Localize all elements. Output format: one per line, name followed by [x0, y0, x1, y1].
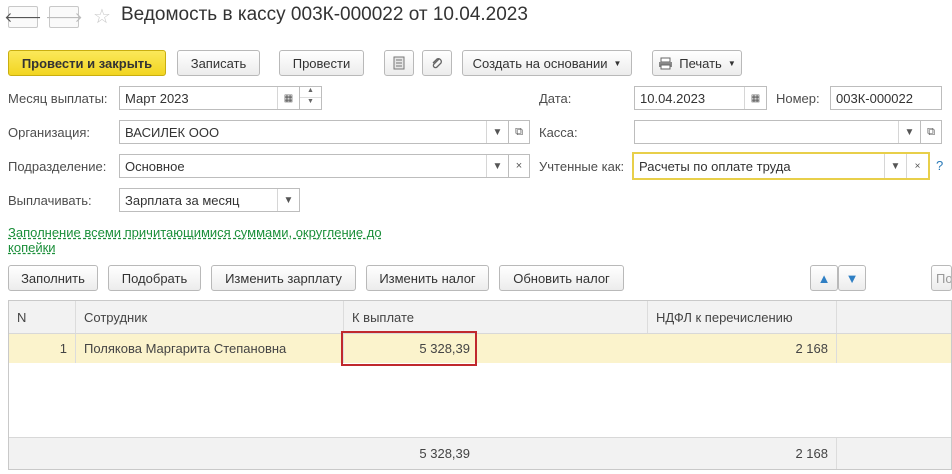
dropdown-arrow-icon[interactable]: ▼: [486, 155, 508, 177]
pay-field[interactable]: Зарплата за месяц ▼: [119, 188, 300, 212]
accounted-as-field[interactable]: Расчеты по оплате труда ▼ ×: [632, 152, 930, 180]
calendar-icon[interactable]: ▦: [744, 87, 766, 109]
clear-department-icon[interactable]: ×: [508, 154, 530, 178]
organization-label: Организация:: [8, 125, 91, 140]
department-field[interactable]: Основное ▼: [119, 154, 509, 178]
fill-button[interactable]: Заполнить: [8, 265, 98, 291]
open-organization-icon[interactable]: ⧉: [508, 120, 530, 144]
print-button[interactable]: Печать ▼: [652, 50, 742, 76]
dropdown-arrow-icon: ▼: [727, 58, 736, 68]
calendar-icon[interactable]: ▦: [277, 87, 299, 109]
total-ndfl: 2 168: [648, 438, 837, 469]
update-tax-button[interactable]: Обновить налог: [499, 265, 624, 291]
open-kassa-icon[interactable]: ⧉: [920, 120, 942, 144]
date-field[interactable]: 10.04.2023 ▦: [634, 86, 767, 110]
number-field[interactable]: 003К-000022: [830, 86, 942, 110]
stepper-down-icon[interactable]: ▼: [300, 98, 321, 109]
month-field[interactable]: Март 2023 ▦: [119, 86, 300, 110]
fill-settings-link[interactable]: Заполнение всеми причитающимися суммами,…: [8, 225, 403, 255]
move-down-button[interactable]: ▼: [838, 265, 866, 291]
dropdown-arrow-icon: ▼: [613, 58, 622, 68]
create-based-on-button[interactable]: Создать на основании ▼: [462, 50, 632, 76]
month-label: Месяц выплаты:: [8, 91, 108, 106]
arrow-up-icon: ▲: [817, 270, 831, 286]
accounted-as-label: Учтенные как:: [539, 159, 625, 174]
department-label: Подразделение:: [8, 159, 107, 174]
payroll-table: N Сотрудник К выплате НДФЛ к перечислени…: [8, 300, 952, 470]
row-ndfl[interactable]: 2 168: [648, 334, 837, 363]
table-header: N Сотрудник К выплате НДФЛ к перечислени…: [9, 301, 951, 334]
arrow-right-icon: 🡒: [45, 8, 83, 25]
list-icon: [393, 56, 405, 70]
paperclip-icon: [432, 58, 442, 69]
column-n[interactable]: N: [9, 301, 76, 333]
page-title: Ведомость в кассу 003К-000022 от 10.04.2…: [121, 4, 528, 25]
post-button[interactable]: Провести: [279, 50, 364, 76]
select-button[interactable]: Подобрать: [108, 265, 201, 291]
move-up-button[interactable]: ▲: [810, 265, 838, 291]
document-list-button[interactable]: [384, 50, 414, 76]
save-button[interactable]: Записать: [177, 50, 260, 76]
row-number: 1: [9, 334, 76, 363]
forward-button[interactable]: 🡒: [45, 6, 83, 28]
dropdown-arrow-icon[interactable]: ▼: [898, 121, 920, 143]
column-to-pay[interactable]: К выплате: [344, 301, 648, 333]
total-to-pay: 5 328,39: [419, 446, 470, 461]
column-ndfl[interactable]: НДФЛ к перечислению: [648, 301, 837, 333]
organization-field[interactable]: ВАСИЛЕК ООО ▼: [119, 120, 509, 144]
back-button[interactable]: 🡐: [4, 6, 42, 28]
table-row[interactable]: 1 Полякова Маргарита Степановна 5 328,39…: [9, 331, 951, 366]
clear-icon[interactable]: ×: [906, 154, 928, 178]
highlight-box: [341, 331, 477, 366]
change-tax-button[interactable]: Изменить налог: [366, 265, 489, 291]
more-button[interactable]: По: [931, 265, 952, 291]
attach-button[interactable]: [422, 50, 452, 76]
row-employee[interactable]: Полякова Маргарита Степановна: [76, 334, 344, 363]
dropdown-arrow-icon[interactable]: ▼: [486, 121, 508, 143]
arrow-left-icon: 🡐: [4, 8, 42, 25]
table-footer: 5 328,39 2 168: [9, 437, 951, 469]
kassa-field[interactable]: ▼: [634, 120, 921, 144]
help-icon[interactable]: ?: [936, 158, 943, 173]
stepper-up-icon[interactable]: ▲: [300, 87, 321, 98]
printer-icon: [659, 57, 673, 69]
change-salary-button[interactable]: Изменить зарплату: [211, 265, 356, 291]
favorite-star-icon[interactable]: ☆: [93, 4, 111, 29]
number-label: Номер:: [776, 91, 820, 106]
kassa-label: Касса:: [539, 125, 578, 140]
date-label: Дата:: [539, 91, 572, 106]
month-stepper[interactable]: ▲ ▼: [300, 86, 322, 110]
dropdown-arrow-icon[interactable]: ▼: [884, 154, 906, 178]
post-and-close-button[interactable]: Провести и закрыть: [8, 50, 166, 76]
arrow-down-icon: ▼: [845, 270, 859, 286]
column-employee[interactable]: Сотрудник: [76, 301, 344, 333]
pay-label: Выплачивать:: [8, 193, 92, 208]
dropdown-arrow-icon[interactable]: ▼: [277, 189, 299, 211]
